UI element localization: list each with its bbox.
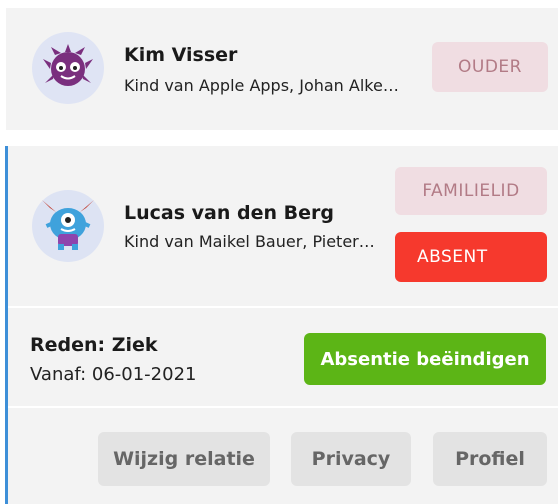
divider [8,306,558,308]
avatar[interactable] [32,32,104,104]
purple-monster-icon [43,44,93,86]
avatar[interactable] [32,190,104,262]
member-name: Kim Visser [124,44,238,66]
change-relation-button[interactable]: Wijzig relatie [98,432,270,486]
divider [8,406,558,408]
end-absence-button[interactable]: Absentie beëindigen [304,333,546,385]
profile-button[interactable]: Profiel [433,432,547,486]
absent-badge[interactable]: ABSENT [395,232,547,282]
role-badge-ouder[interactable]: OUDER [432,42,548,92]
member-name: Lucas van den Berg [124,202,334,224]
absence-since: Vanaf: 06-01-2021 [30,364,197,385]
privacy-button[interactable]: Privacy [291,432,411,486]
blue-monster-icon [42,200,94,250]
role-badge-familielid[interactable]: FAMILIELID [395,167,547,215]
member-subtitle: Kind van Maikel Bauer, Pieter… [124,232,375,251]
member-card-lucas: Lucas van den Berg Kind van Maikel Bauer… [5,146,558,504]
absence-reason: Reden: Ziek [30,334,158,356]
member-card-kim: Kim Visser Kind van Apple Apps, Johan Al… [6,8,558,130]
member-subtitle: Kind van Apple Apps, Johan Alke… [124,76,399,95]
